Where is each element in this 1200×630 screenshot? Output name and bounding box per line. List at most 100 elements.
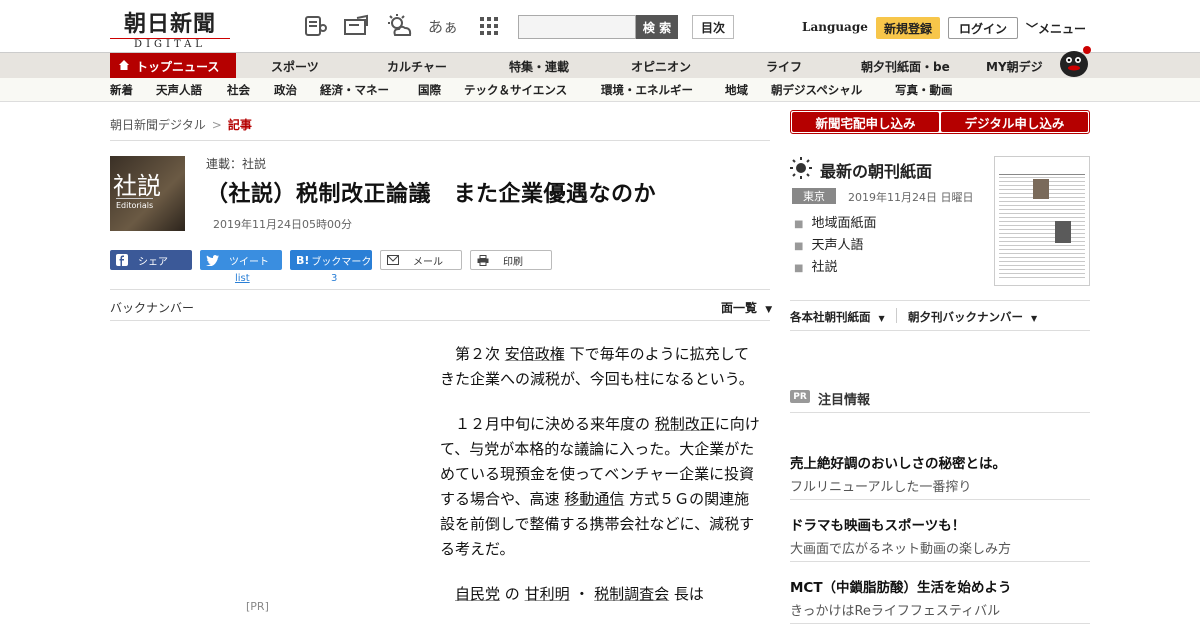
tweet-count[interactable]: list (235, 273, 250, 284)
mail-button[interactable]: メール (380, 250, 462, 270)
morning-edition-dropdown[interactable]: 各本社朝刊紙面 ▼ (790, 309, 885, 325)
pr-section-title: 注目情報 (818, 393, 871, 408)
language-link[interactable]: Language (802, 20, 868, 34)
divider (110, 140, 770, 141)
newspaper-masthead (999, 161, 1085, 175)
backnumber-dropdown[interactable]: 朝夕刊バックナンバー ▼ (908, 309, 1037, 325)
pr-headline: ドラマも映画もスポーツも！ (790, 518, 966, 534)
tweet-button[interactable]: ツイート (200, 250, 282, 270)
article-date: 2019年11月24日05時00分 (213, 218, 352, 231)
subnav-item[interactable]: テック＆サイエンス (464, 82, 567, 98)
menu-button[interactable]: ﹀メニュー (1026, 20, 1086, 37)
twitter-icon (206, 254, 219, 266)
text: 長は (669, 585, 704, 603)
latest-paper-title[interactable]: 最新の朝刊紙面 (820, 158, 932, 182)
print-button[interactable]: 印刷 (470, 250, 552, 270)
list-item[interactable]: ■ 天声人語 (794, 234, 876, 256)
pr-label: [PR] (246, 600, 269, 613)
mascot-icon[interactable] (1056, 44, 1092, 78)
divider (790, 300, 1090, 301)
subscribe-digital-button[interactable]: デジタル申し込み (941, 112, 1088, 132)
pr-subtext: 大画面で広がるネット動画の楽しみ方 (790, 542, 1012, 557)
toc-button[interactable]: 目次 (692, 15, 734, 39)
site-logo[interactable]: 朝日新聞 DIGITAL (110, 6, 230, 50)
text: の (500, 585, 525, 603)
subnav-item[interactable]: 朝デジスペシャル (771, 82, 862, 98)
facebook-share-button[interactable]: シェア (110, 250, 192, 270)
bullet-icon: ■ (794, 241, 804, 252)
grid-menu-icon[interactable] (474, 12, 504, 40)
breadcrumb-home[interactable]: 朝日新聞デジタル (110, 118, 206, 132)
region-badge: 東京 (792, 188, 836, 204)
caret-down-icon: ▼ (878, 314, 885, 323)
keyword-link[interactable]: 移動通信 (564, 490, 624, 508)
divider (110, 289, 770, 290)
subnav-item[interactable]: 天声人語 (156, 82, 202, 98)
breadcrumb-separator: > (211, 118, 222, 132)
breadcrumb-current: 記事 (227, 118, 252, 132)
pr-item[interactable]: 売上絶好調のおいしさの秘密とは。 フルリニューアルした一番搾り (790, 452, 1090, 495)
chevron-down-icon: ﹀ (1026, 22, 1039, 36)
nav-features[interactable]: 特集・連載 (509, 53, 569, 79)
subnav-item[interactable]: 地域 (725, 82, 748, 98)
bookmark-count[interactable]: 3 (331, 273, 337, 284)
subscribe-home-button[interactable]: 新聞宅配申し込み (792, 112, 939, 132)
ticket-icon[interactable] (341, 12, 371, 40)
pr-item[interactable]: MCT（中鎖脂肪酸）生活を始めよう きっかけはReライフフェスティバル (790, 576, 1090, 619)
subnav-item[interactable]: 経済・マネー (320, 82, 389, 98)
nav-sports[interactable]: スポーツ (271, 53, 319, 79)
keyword-link[interactable]: 税制改正 (655, 415, 715, 433)
caret-down-icon: ▼ (1031, 314, 1038, 323)
home-icon (118, 59, 130, 74)
divider (896, 308, 897, 323)
pr-headline: 売上絶好調のおいしさの秘密とは。 (790, 456, 1006, 472)
newspaper-photo (1055, 221, 1071, 243)
nav-top-news[interactable]: トップニュース (110, 53, 236, 79)
list-item[interactable]: ■ 社説 (794, 256, 876, 278)
text: 第２次 (440, 345, 505, 363)
thumb-title: 社説 (113, 172, 161, 200)
nav-opinion[interactable]: オピニオン (631, 53, 691, 79)
series-label[interactable]: 連載：社説 (206, 155, 266, 172)
divider (790, 561, 1090, 562)
link-label: 社説 (811, 260, 838, 275)
divider (790, 412, 1090, 413)
newspaper-icon[interactable] (300, 12, 330, 40)
share-label: 印刷 (503, 256, 523, 268)
menu-label: メニュー (1038, 22, 1087, 36)
logo-sub: DIGITAL (110, 38, 230, 50)
subnav-item[interactable]: 国際 (418, 82, 441, 98)
subnav-item[interactable]: 環境・エネルギー (601, 82, 693, 98)
search-input[interactable] (518, 15, 636, 39)
nav-culture[interactable]: カルチャー (387, 53, 447, 79)
link-label: 天声人語 (811, 238, 864, 253)
sub-nav: 新着 天声人語 社会 政治 経済・マネー 国際 テック＆サイエンス 環境・エネル… (0, 78, 1200, 102)
subnav-item[interactable]: 社会 (227, 82, 250, 98)
newspaper-thumbnail[interactable] (994, 156, 1090, 286)
keyword-link[interactable]: 自民党 (455, 585, 500, 603)
keyword-link[interactable]: 安倍政権 (505, 345, 565, 363)
nav-my-asadigi[interactable]: MY朝デジ (986, 53, 1043, 79)
weather-icon[interactable] (384, 12, 414, 40)
facebook-icon (116, 254, 128, 266)
logo-main: 朝日新聞 (123, 11, 216, 37)
subnav-item[interactable]: 写真・動画 (895, 82, 953, 98)
pr-item[interactable]: ドラマも映画もスポーツも！ 大画面で広がるネット動画の楽しみ方 (790, 514, 1090, 557)
nav-paper[interactable]: 朝夕刊紙面・be (861, 53, 950, 79)
login-button[interactable]: ログイン (948, 17, 1018, 39)
page-index-dropdown[interactable]: 面一覧 ▼ (721, 299, 772, 316)
article-headline: （社説）税制改正論議 また企業優遇なのか (206, 182, 657, 207)
subnav-item[interactable]: 政治 (274, 82, 297, 98)
search-button[interactable]: 検 索 (636, 15, 678, 39)
nav-life[interactable]: ライフ (766, 53, 802, 79)
backnumber-link[interactable]: バックナンバー (110, 299, 194, 316)
share-label: メール (413, 256, 443, 268)
register-button[interactable]: 新規登録 (876, 17, 940, 39)
bullet-icon: ■ (794, 263, 804, 274)
keyword-link[interactable]: 税制調査会 (594, 585, 669, 603)
font-size-icon[interactable]: あぁ (428, 12, 458, 40)
subnav-item[interactable]: 新着 (110, 82, 133, 98)
hatena-bookmark-button[interactable]: B! ブックマーク (290, 250, 372, 270)
list-item[interactable]: ■ 地域面紙面 (794, 212, 876, 234)
keyword-link[interactable]: 甘利明 (525, 585, 570, 603)
